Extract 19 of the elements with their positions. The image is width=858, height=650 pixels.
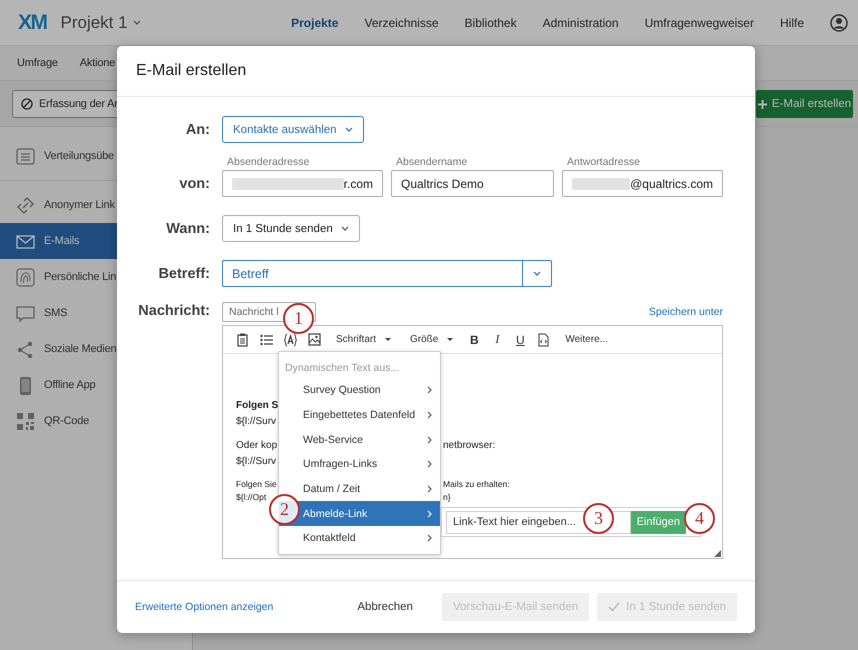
field-caption: Antwortadresse <box>566 156 641 168</box>
menu-header: Dynamischen Text aus... <box>284 361 400 376</box>
message-text: ${l://Opt <box>236 491 266 504</box>
message-text: Folgen Sie <box>236 478 277 491</box>
logo: XM <box>18 10 46 34</box>
message-text: Oder kop <box>236 439 278 453</box>
message-text: n} <box>443 491 451 504</box>
field-label: von: <box>178 176 210 192</box>
message-text: Folgen S <box>236 399 278 413</box>
dialog-title: E-Mail erstellen <box>117 46 755 97</box>
message-text: Mails zu erhalten: <box>443 478 510 491</box>
message-text: ${l://Surv <box>236 455 276 469</box>
field-label: Betreff: <box>157 266 210 282</box>
message-text: ${l://Surv <box>236 415 276 429</box>
message-text: netbrowser: <box>443 439 496 453</box>
field-caption: Absendername <box>395 156 468 168</box>
field-caption: Absenderadresse <box>226 156 310 168</box>
field-label: Nachricht: <box>137 303 210 319</box>
field-label: An: <box>184 122 210 138</box>
